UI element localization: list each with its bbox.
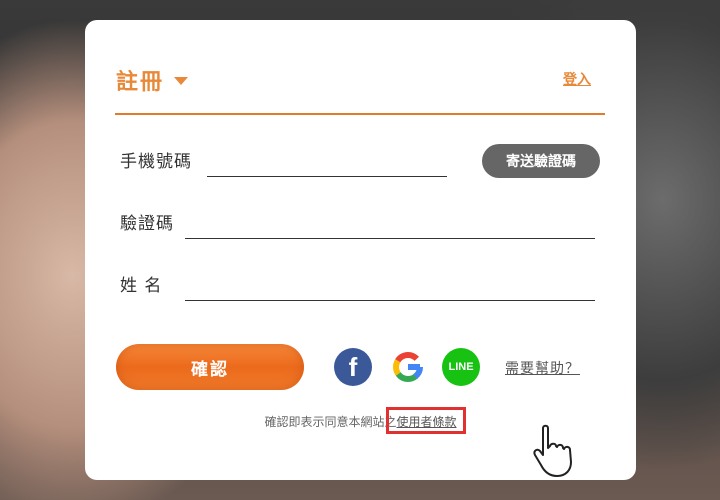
name-label: 姓 名 bbox=[120, 276, 163, 296]
caret-down-icon bbox=[174, 77, 189, 85]
terms-highlight-box bbox=[386, 407, 466, 434]
phone-label: 手機號碼 bbox=[120, 152, 192, 172]
register-card: 註冊 登入 手機號碼 寄送驗證碼 驗證碼 姓 名 確認 f LINE 需要幫助？… bbox=[85, 20, 636, 480]
facebook-glyph: f bbox=[348, 351, 358, 382]
confirm-button[interactable]: 確認 bbox=[116, 344, 304, 390]
header-divider bbox=[115, 113, 605, 115]
send-code-button[interactable]: 寄送驗證碼 bbox=[482, 144, 600, 178]
code-label: 驗證碼 bbox=[120, 214, 174, 234]
code-input[interactable] bbox=[185, 216, 595, 239]
line-label: LINE bbox=[448, 361, 474, 373]
line-icon[interactable]: LINE bbox=[442, 348, 480, 386]
help-link[interactable]: 需要幫助？ bbox=[505, 358, 580, 378]
pointer-hand-icon bbox=[533, 424, 572, 477]
terms-prefix: 確認即表示同意本網站之 bbox=[264, 415, 397, 429]
facebook-icon[interactable]: f bbox=[334, 348, 372, 386]
phone-input[interactable] bbox=[207, 154, 447, 177]
google-logo bbox=[393, 352, 423, 382]
tab-login[interactable]: 登入 bbox=[563, 69, 591, 89]
tab-register-label: 註冊 bbox=[116, 69, 165, 95]
google-icon[interactable] bbox=[389, 348, 427, 386]
tab-register[interactable]: 註冊 bbox=[116, 64, 189, 96]
name-input[interactable] bbox=[185, 278, 595, 301]
